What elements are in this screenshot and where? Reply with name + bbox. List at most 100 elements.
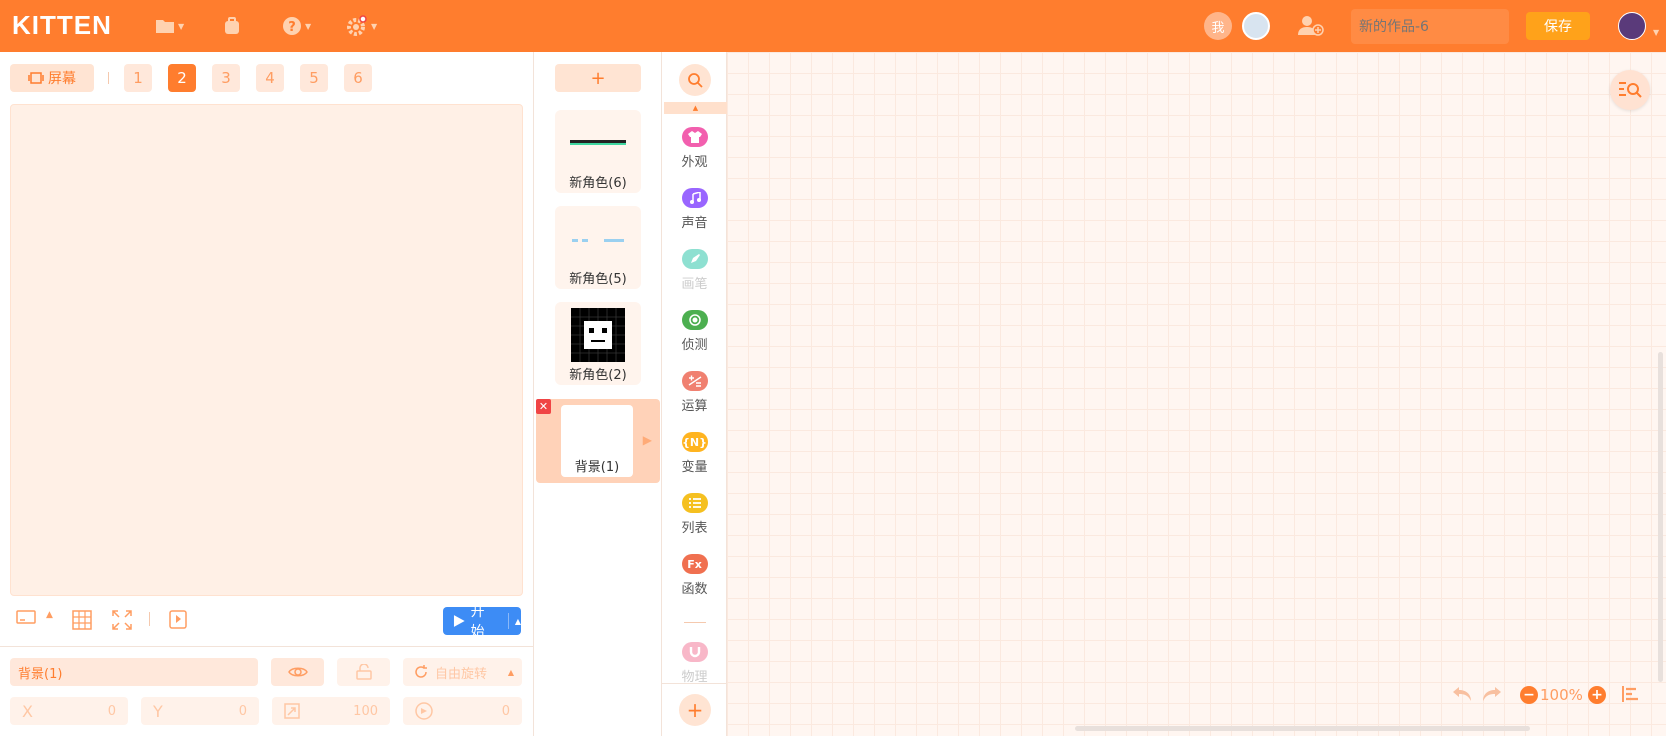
screen-tab-5[interactable]: 5 bbox=[300, 64, 328, 92]
chevron-right-icon[interactable]: ▶ bbox=[643, 433, 652, 447]
rotate-icon bbox=[415, 665, 427, 678]
lock-toggle[interactable] bbox=[337, 658, 390, 686]
search-list-icon bbox=[1619, 82, 1642, 98]
category-label: 变量 bbox=[681, 460, 708, 475]
category-operators[interactable]: 运算 bbox=[662, 371, 727, 414]
x-position-field[interactable]: X 0 bbox=[10, 697, 128, 725]
category-label: 列表 bbox=[681, 521, 708, 536]
lock-icon bbox=[355, 664, 372, 680]
sprite-name-field[interactable]: 背景(1) bbox=[10, 658, 258, 686]
sensor-icon bbox=[681, 310, 708, 330]
direction-value: 0 bbox=[501, 703, 510, 719]
search-icon bbox=[688, 73, 703, 88]
category-functions[interactable]: Fx 函数 bbox=[662, 554, 727, 597]
category-sound[interactable]: 声音 bbox=[662, 188, 727, 231]
workspace-horizontal-scrollbar[interactable] bbox=[1075, 726, 1530, 731]
y-value: 0 bbox=[238, 703, 247, 719]
category-label: 画笔 bbox=[681, 277, 708, 292]
collaborator-avatar[interactable] bbox=[1242, 12, 1270, 40]
y-position-field[interactable]: Y 0 bbox=[141, 697, 259, 725]
divider bbox=[108, 72, 109, 84]
sprite-card[interactable]: 新角色(2) bbox=[555, 302, 641, 385]
screen-icon bbox=[28, 72, 44, 84]
category-scroll-up-icon[interactable]: ▲ bbox=[664, 102, 727, 114]
zoom-in-button[interactable]: + bbox=[1588, 686, 1606, 704]
backpack-icon[interactable] bbox=[222, 14, 242, 38]
x-label: X bbox=[22, 701, 33, 721]
direction-icon bbox=[415, 702, 433, 720]
x-value: 0 bbox=[107, 703, 116, 719]
block-search-button[interactable] bbox=[679, 64, 711, 96]
app-logo[interactable]: KITTEN bbox=[12, 10, 112, 41]
category-label: 声音 bbox=[681, 216, 708, 231]
code-workspace[interactable] bbox=[727, 52, 1666, 736]
sprite-label: 新角色(6) bbox=[569, 176, 627, 191]
sprite-thumbnail bbox=[571, 308, 625, 362]
category-sensing[interactable]: 侦测 bbox=[662, 310, 727, 353]
redo-icon[interactable] bbox=[1482, 686, 1502, 702]
sprite-card[interactable]: 新角色(5) bbox=[555, 206, 641, 289]
fullscreen-icon[interactable] bbox=[112, 610, 132, 630]
workspace-search-button[interactable] bbox=[1610, 70, 1650, 110]
magnet-icon bbox=[681, 642, 708, 662]
direction-field[interactable]: 0 bbox=[403, 697, 522, 725]
divider bbox=[662, 683, 727, 684]
background-label: 背景(1) bbox=[574, 460, 620, 475]
stage-canvas[interactable] bbox=[10, 104, 523, 596]
size-icon bbox=[284, 703, 300, 719]
stage-size-icon[interactable] bbox=[16, 610, 36, 624]
shirt-icon bbox=[681, 127, 708, 147]
add-sprite-button[interactable]: + bbox=[555, 64, 641, 92]
background-thumbnail: 背景(1) bbox=[561, 405, 633, 477]
preview-icon[interactable] bbox=[168, 610, 188, 630]
y-label: Y bbox=[153, 701, 163, 721]
category-physics[interactable]: 物理 bbox=[662, 642, 727, 685]
music-icon bbox=[681, 188, 708, 208]
screen-button-label: 屏幕 bbox=[48, 71, 76, 87]
svg-text:?: ? bbox=[288, 20, 296, 35]
category-looks[interactable]: 外观 bbox=[662, 127, 727, 170]
workspace-vertical-scrollbar[interactable] bbox=[1658, 352, 1663, 682]
sprite-label: 新角色(5) bbox=[569, 272, 627, 287]
sprite-label: 新角色(2) bbox=[569, 368, 627, 383]
stage-size-caret-icon[interactable]: ▲ bbox=[46, 610, 53, 620]
screen-tab-6[interactable]: 6 bbox=[344, 64, 372, 92]
user-menu-caret-icon[interactable]: ▼ bbox=[1650, 20, 1659, 44]
divider bbox=[149, 612, 150, 626]
project-title-input[interactable] bbox=[1351, 9, 1509, 44]
pen-icon bbox=[681, 249, 708, 269]
category-pen[interactable]: 画笔 bbox=[662, 249, 727, 292]
screen-tab-4[interactable]: 4 bbox=[256, 64, 284, 92]
align-blocks-icon[interactable] bbox=[1622, 686, 1640, 702]
zoom-out-button[interactable]: − bbox=[1520, 686, 1538, 704]
user-avatar[interactable] bbox=[1618, 12, 1646, 40]
rotation-mode-select[interactable]: 自由旋转 ▲ bbox=[403, 658, 522, 686]
add-extension-button[interactable]: + bbox=[679, 694, 711, 726]
screen-button[interactable]: 屏幕 bbox=[10, 64, 94, 92]
add-user-icon[interactable] bbox=[1298, 14, 1324, 38]
variable-icon: {N} bbox=[681, 432, 708, 452]
screen-tab-3[interactable]: 3 bbox=[212, 64, 240, 92]
category-variables[interactable]: {N} 变量 bbox=[662, 432, 727, 475]
visibility-toggle[interactable] bbox=[271, 658, 324, 686]
rotation-caret-icon: ▲ bbox=[507, 667, 514, 677]
undo-icon[interactable] bbox=[1452, 686, 1472, 702]
close-icon[interactable]: ✕ bbox=[536, 399, 551, 414]
me-avatar[interactable]: 我 bbox=[1204, 12, 1232, 40]
screen-tab-2[interactable]: 2 bbox=[168, 64, 196, 92]
screen-tab-1[interactable]: 1 bbox=[124, 64, 152, 92]
file-menu-icon[interactable]: ▼ bbox=[155, 14, 184, 38]
grid-icon[interactable] bbox=[72, 610, 92, 630]
category-label: 外观 bbox=[681, 155, 708, 170]
start-button[interactable]: 开始 ▲ bbox=[443, 604, 521, 640]
settings-menu-icon[interactable]: ▼ bbox=[346, 14, 377, 38]
eye-icon bbox=[287, 667, 308, 677]
start-options-caret-icon[interactable]: ▲ bbox=[515, 617, 521, 626]
background-card[interactable]: 背景(1) ▶ bbox=[536, 399, 660, 483]
size-field[interactable]: 100 bbox=[272, 697, 390, 725]
category-label: 函数 bbox=[681, 582, 708, 597]
help-menu-icon[interactable]: ? ▼ bbox=[282, 14, 311, 38]
save-button[interactable]: 保存 bbox=[1526, 12, 1590, 40]
category-lists[interactable]: 列表 bbox=[662, 493, 727, 536]
sprite-card[interactable]: 新角色(6) bbox=[555, 110, 641, 193]
